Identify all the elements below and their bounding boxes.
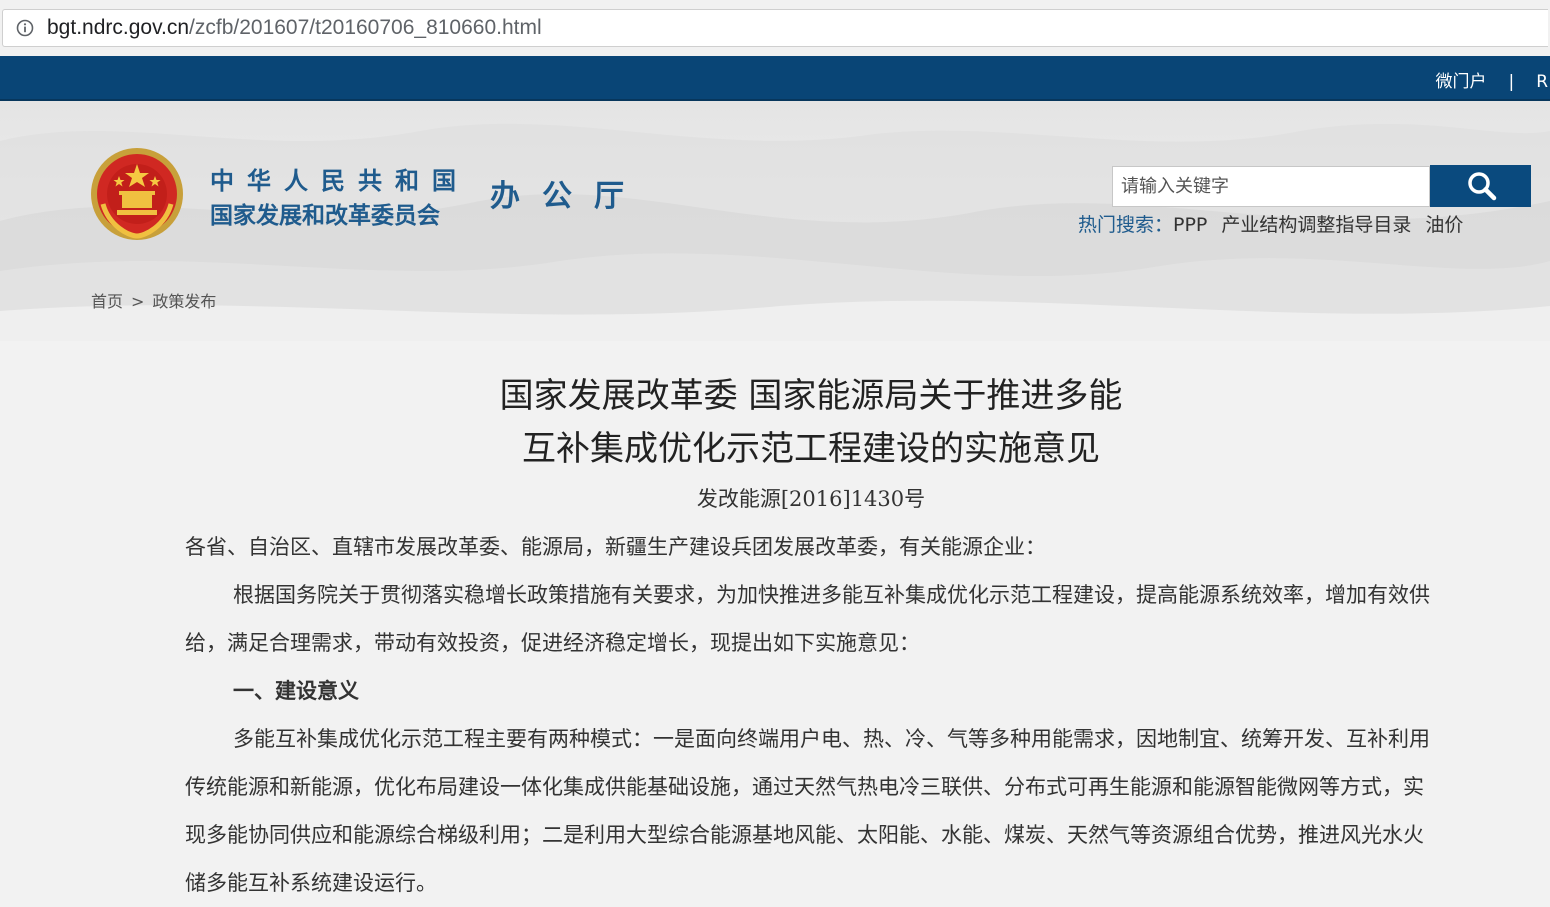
breadcrumb-current[interactable]: 政策发布 — [152, 292, 216, 311]
search-icon — [1468, 172, 1497, 201]
article-title-line2: 互补集成优化示范工程建设的实施意见 — [522, 429, 1100, 469]
top-navigation-bar: 微门户 | R — [0, 56, 1550, 101]
url-host: bgt.ndrc.gov.cn — [47, 16, 190, 39]
search-button[interactable] — [1430, 165, 1531, 207]
info-icon[interactable] — [16, 19, 34, 37]
article-paragraph: 多能互补集成优化示范工程主要有两种模式：一是面向终端用户电、热、冷、气等多种用能… — [185, 727, 1430, 895]
hot-search-item[interactable]: 油价 — [1425, 214, 1463, 236]
address-bar[interactable]: bgt.ndrc.gov.cn/zcfb/201607/t20160706_81… — [2, 9, 1548, 47]
url-path: /zcfb/201607/t20160706_810660.html — [189, 16, 542, 39]
topbar-separator: | — [1508, 72, 1515, 92]
hot-search: 热门搜索：PPP 产业结构调整指导目录 油价 — [1078, 210, 1477, 237]
article-paragraph: 根据国务院关于贯彻落实稳增长政策措施有关要求，为加快推进多能互补集成优化示范工程… — [185, 583, 1430, 655]
org-name-line2: 国家发展和改革委员会 — [210, 203, 440, 229]
office-name: 办公厅 — [490, 179, 646, 214]
micro-portal-link[interactable]: 微门户 — [1435, 72, 1486, 92]
article-salutation: 各省、自治区、直辖市发展改革委、能源局，新疆生产建设兵团发展改革委，有关能源企业… — [185, 535, 1046, 559]
national-emblem-icon — [91, 148, 183, 240]
hot-search-label: 热门搜索： — [1078, 214, 1174, 236]
org-name-line1: 中华人民共和国 — [210, 167, 469, 195]
article-section-heading: 一、建设意义 — [233, 678, 359, 703]
topbar-truncated-link[interactable]: R — [1536, 72, 1548, 92]
hot-search-item[interactable]: PPP — [1173, 214, 1207, 236]
search-input[interactable] — [1112, 166, 1430, 207]
topbar-links: 微门户 | R — [1435, 67, 1550, 92]
breadcrumb-separator: > — [131, 292, 145, 311]
url-text[interactable]: bgt.ndrc.gov.cn/zcfb/201607/t20160706_81… — [47, 16, 542, 40]
hot-search-item[interactable]: 产业结构调整指导目录 — [1221, 214, 1411, 236]
breadcrumb-home[interactable]: 首页 — [91, 292, 123, 311]
article-title-line1: 国家发展改革委 国家能源局关于推进多能 — [499, 376, 1123, 416]
article-title: 国家发展改革委 国家能源局关于推进多能 互补集成优化示范工程建设的实施意见 — [300, 370, 1322, 476]
breadcrumb: 首页 > 政策发布 — [91, 288, 216, 312]
browser-toolbar: bgt.ndrc.gov.cn/zcfb/201607/t20160706_81… — [0, 0, 1550, 56]
document-number: 发改能源[2016]1430号 — [696, 487, 926, 511]
